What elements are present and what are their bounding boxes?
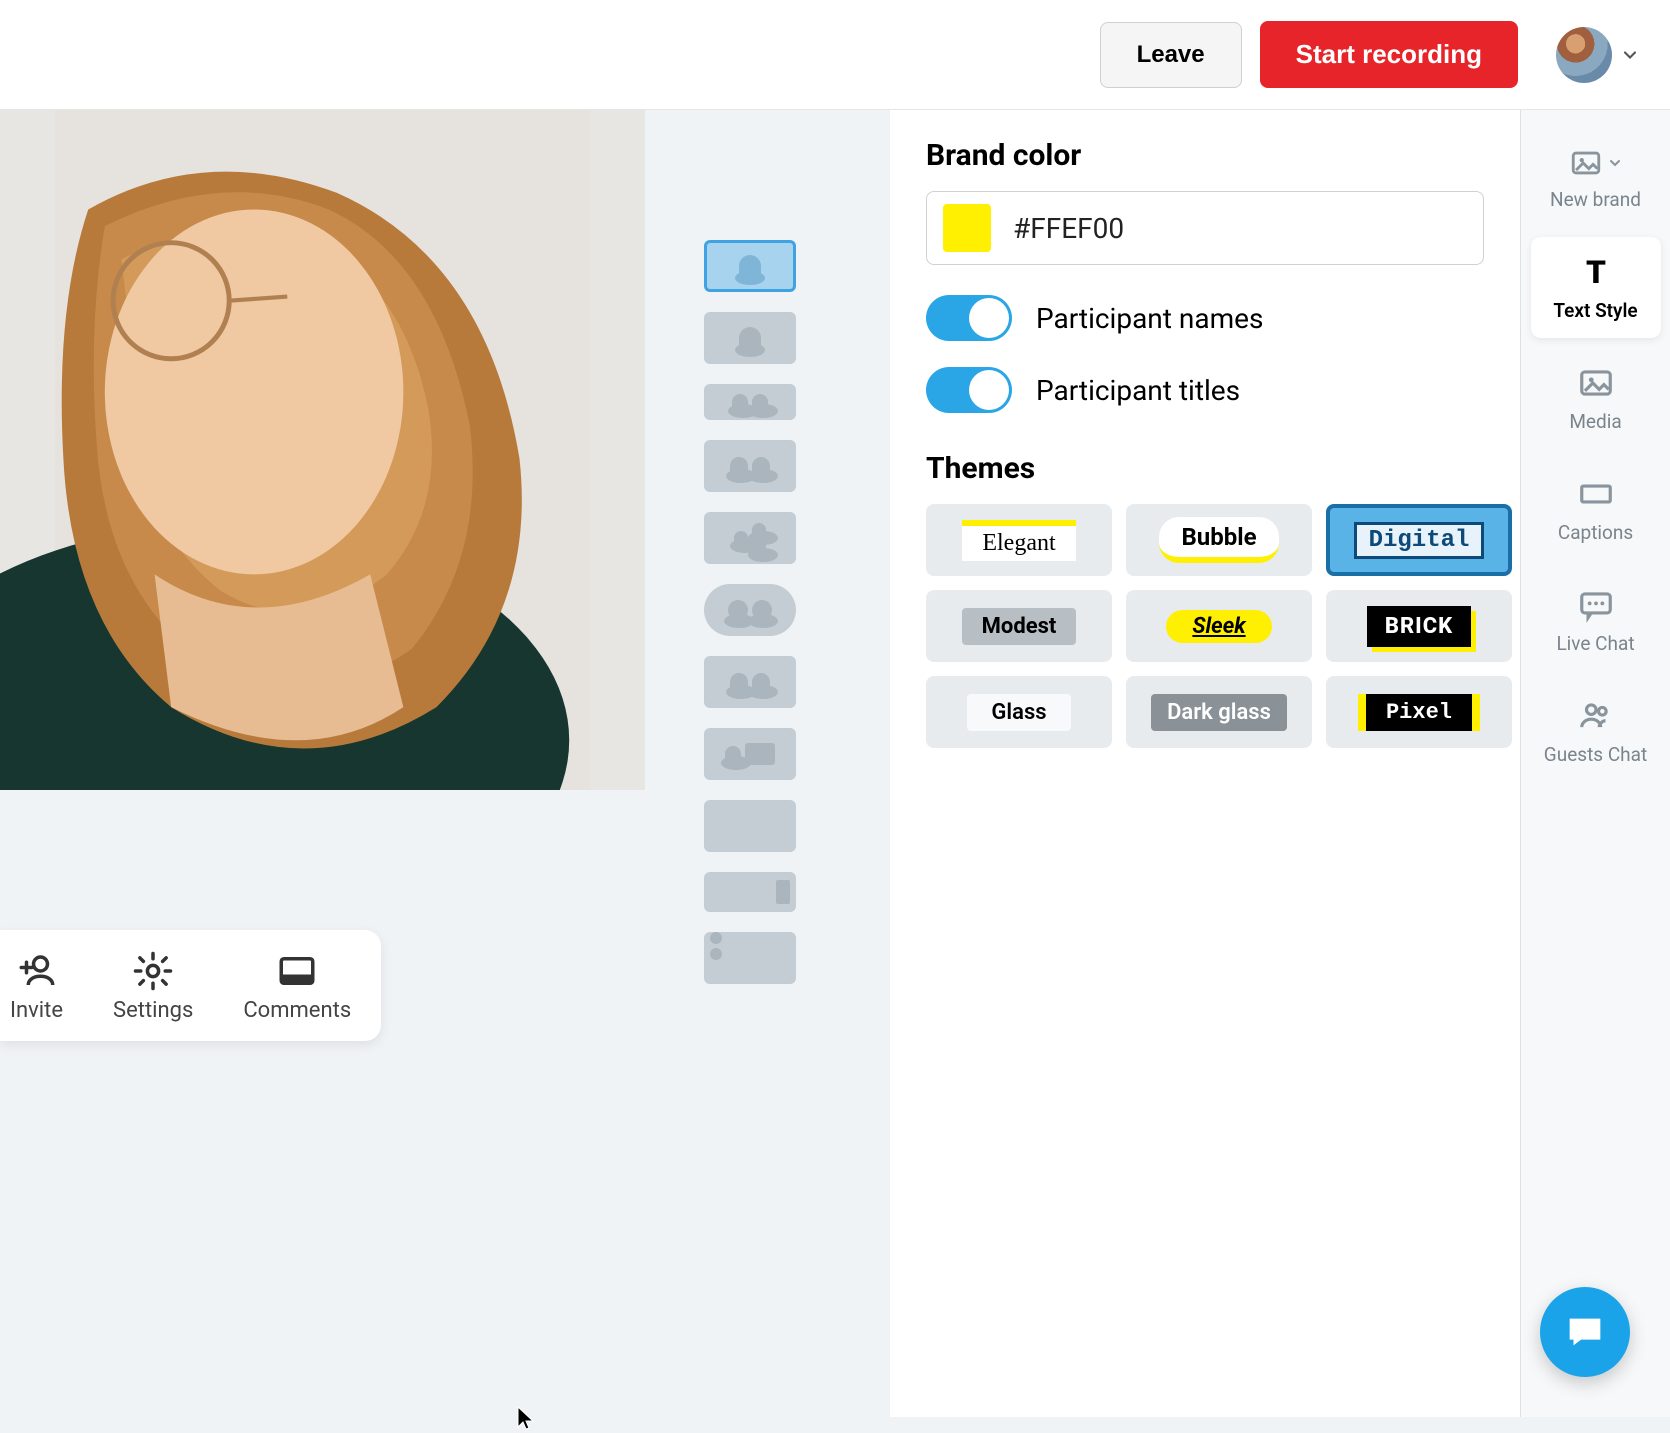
gear-icon bbox=[132, 950, 174, 992]
layout-picker bbox=[700, 240, 800, 984]
brand-color-heading: Brand color bbox=[926, 138, 1484, 173]
rail-text-style[interactable]: T Text Style bbox=[1531, 237, 1661, 338]
settings-button[interactable]: Settings bbox=[113, 950, 193, 1023]
layout-option-2[interactable] bbox=[704, 312, 796, 364]
video-preview bbox=[0, 110, 645, 790]
rail-media-label: Media bbox=[1569, 410, 1621, 433]
participant-names-label: Participant names bbox=[1036, 302, 1263, 335]
rail-live-chat[interactable]: Live Chat bbox=[1531, 570, 1661, 671]
image-icon bbox=[1569, 146, 1603, 180]
participant-names-toggle[interactable] bbox=[926, 295, 1012, 341]
layout-option-5[interactable] bbox=[704, 512, 796, 564]
participant-titles-label: Participant titles bbox=[1036, 374, 1240, 407]
avatar bbox=[1556, 27, 1612, 83]
chat-icon bbox=[1577, 586, 1615, 624]
participant-image bbox=[0, 110, 645, 790]
start-recording-button[interactable]: Start recording bbox=[1260, 21, 1518, 88]
speech-bubble-icon bbox=[1562, 1309, 1608, 1355]
rail-guests-chat[interactable]: Guests Chat bbox=[1531, 681, 1661, 782]
theme-elegant[interactable]: Elegant bbox=[926, 504, 1112, 576]
media-icon bbox=[1577, 364, 1615, 402]
comments-button[interactable]: Comments bbox=[243, 950, 351, 1023]
profile-menu[interactable] bbox=[1556, 27, 1640, 83]
help-chat-button[interactable] bbox=[1540, 1287, 1630, 1377]
right-sidebar: New brand T Text Style Media Captions Li… bbox=[1520, 110, 1670, 1417]
invite-button[interactable]: Invite bbox=[10, 950, 63, 1023]
theme-bubble[interactable]: Bubble bbox=[1126, 504, 1312, 576]
layout-option-10[interactable] bbox=[704, 872, 796, 912]
theme-digital[interactable]: Digital bbox=[1326, 504, 1512, 576]
rail-captions-label: Captions bbox=[1558, 521, 1633, 544]
layout-option-3[interactable] bbox=[704, 384, 796, 420]
layout-option-9[interactable] bbox=[704, 800, 796, 852]
brand-color-input[interactable]: #FFEF00 bbox=[926, 191, 1484, 265]
themes-grid: Elegant Bubble Digital Modest Sleek BRIC… bbox=[926, 504, 1484, 748]
color-swatch bbox=[943, 204, 991, 252]
layout-option-1[interactable] bbox=[704, 240, 796, 292]
rail-new-brand[interactable]: New brand bbox=[1531, 130, 1661, 227]
theme-sleek[interactable]: Sleek bbox=[1126, 590, 1312, 662]
layout-option-11[interactable] bbox=[704, 932, 796, 984]
text-icon: T bbox=[1577, 253, 1615, 291]
header-bar: Leave Start recording bbox=[0, 0, 1670, 110]
comments-label: Comments bbox=[243, 998, 351, 1023]
invite-icon bbox=[16, 950, 58, 992]
rail-live-chat-label: Live Chat bbox=[1556, 632, 1634, 655]
stage-area: Invite Settings Comments bbox=[0, 110, 890, 1417]
rail-new-brand-label: New brand bbox=[1550, 188, 1641, 211]
layout-option-7[interactable] bbox=[704, 656, 796, 708]
layout-option-8[interactable] bbox=[704, 728, 796, 780]
theme-modest[interactable]: Modest bbox=[926, 590, 1112, 662]
chevron-down-icon bbox=[1620, 45, 1640, 65]
theme-darkglass[interactable]: Dark glass bbox=[1126, 676, 1312, 748]
theme-pixel[interactable]: Pixel bbox=[1326, 676, 1512, 748]
svg-text:T: T bbox=[1586, 254, 1606, 291]
brand-panel: Brand color #FFEF00 Participant names Pa… bbox=[890, 110, 1520, 1417]
participant-titles-toggle[interactable] bbox=[926, 367, 1012, 413]
rail-text-style-label: Text Style bbox=[1553, 299, 1637, 322]
chevron-down-icon bbox=[1607, 155, 1623, 171]
themes-heading: Themes bbox=[926, 451, 1484, 486]
rail-media[interactable]: Media bbox=[1531, 348, 1661, 449]
theme-glass[interactable]: Glass bbox=[926, 676, 1112, 748]
captions-icon bbox=[1577, 475, 1615, 513]
layout-option-4[interactable] bbox=[704, 440, 796, 492]
rail-captions[interactable]: Captions bbox=[1531, 459, 1661, 560]
stage-control-bar: Invite Settings Comments bbox=[0, 930, 381, 1041]
cursor-icon bbox=[515, 1405, 537, 1433]
rail-guests-chat-label: Guests Chat bbox=[1544, 743, 1647, 766]
invite-label: Invite bbox=[10, 998, 63, 1023]
guests-icon bbox=[1577, 697, 1615, 735]
theme-brick[interactable]: BRICK bbox=[1326, 590, 1512, 662]
layout-option-6[interactable] bbox=[704, 584, 796, 636]
brand-color-value: #FFEF00 bbox=[1013, 212, 1124, 245]
leave-button[interactable]: Leave bbox=[1100, 22, 1242, 88]
comments-icon bbox=[276, 950, 318, 992]
settings-label: Settings bbox=[113, 998, 193, 1023]
